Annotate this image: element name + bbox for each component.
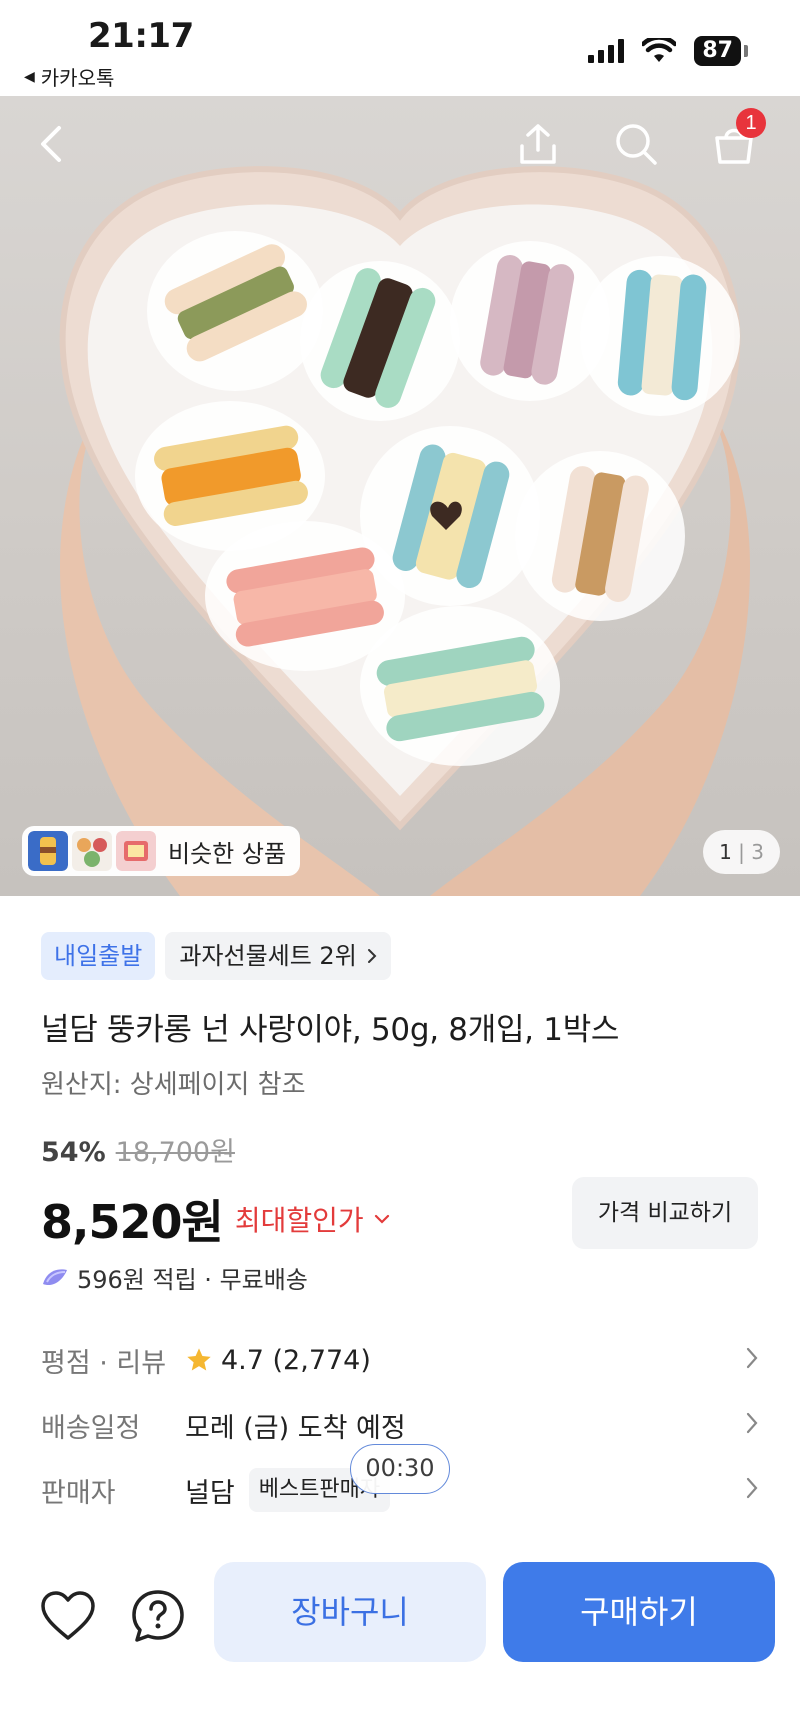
cart-nav-button[interactable]: 1 (706, 108, 766, 172)
chevron-right-icon (367, 949, 377, 963)
sale-price: 8,520원 (41, 1195, 224, 1249)
page-separator: | (738, 840, 745, 864)
max-discount-label: 최대할인가 (234, 1204, 364, 1237)
bottom-action-bar: 장바구니 구매하기 (0, 1540, 800, 1731)
max-discount-toggle[interactable]: 최대할인가 (235, 1199, 390, 1239)
cart-count-badge: 1 (736, 108, 766, 138)
origin-info: 원산지: 상세페이지 참조 (41, 1070, 306, 1100)
original-price: 18,700원 (115, 1137, 235, 1168)
points-shipping-row: 596원 적립 · 무료배송 (41, 1260, 308, 1295)
page-total: 3 (751, 840, 764, 864)
chevron-right-icon (746, 1347, 758, 1369)
delivery-value: 모레 (금) 도착 예정 (185, 1412, 406, 1444)
chevron-down-icon (374, 1214, 389, 1224)
wishlist-button[interactable] (38, 1586, 98, 1646)
battery-icon: 87 (694, 36, 748, 66)
product-title: 널담 뚱카롱 넌 사랑이야, 50g, 8개입, 1박스 (41, 1012, 620, 1048)
image-top-nav: 1 (0, 96, 800, 186)
back-triangle-icon: ◀ (24, 68, 35, 85)
compare-price-button[interactable]: 가격 비교하기 (572, 1177, 758, 1249)
star-icon (187, 1348, 211, 1371)
similar-thumbnail-2 (72, 831, 112, 871)
search-button[interactable] (608, 116, 664, 172)
add-to-cart-button[interactable]: 장바구니 (214, 1562, 486, 1662)
discount-rate: 54% (41, 1137, 106, 1168)
category-rank-badge[interactable]: 과자선물세트 2위 (165, 932, 391, 980)
battery-level: 87 (694, 36, 741, 66)
chevron-right-icon (746, 1477, 758, 1499)
similar-products-label: 비슷한 상품 (168, 839, 287, 868)
product-photo (59, 166, 750, 896)
chevron-left-icon (41, 126, 61, 162)
wifi-icon (642, 38, 677, 62)
share-button[interactable] (510, 116, 566, 172)
rating-review-row[interactable]: 평점 · 리뷰 4.7 (2,774) (41, 1335, 759, 1385)
back-to-app-link[interactable]: ◀ 카카오톡 (24, 62, 114, 91)
similar-thumbnail-3 (116, 831, 156, 871)
search-icon (616, 124, 657, 165)
question-bubble-icon (132, 1590, 184, 1642)
rating-value: 4.7 (2,774) (221, 1344, 371, 1376)
timer-pill: 00:30 (350, 1444, 450, 1494)
category-rank-label: 과자선물세트 2위 (179, 942, 357, 970)
cash-points-icon (43, 1268, 67, 1285)
status-indicators: 87 (588, 36, 748, 66)
chevron-right-icon (746, 1412, 758, 1434)
delivery-schedule-row[interactable]: 배송일정 모레 (금) 도착 예정 (41, 1400, 759, 1450)
delivery-label: 배송일정 (41, 1412, 141, 1444)
points-shipping-text: 596원 적립 · 무료배송 (77, 1266, 308, 1294)
status-bar: 21:17 ◀ 카카오톡 87 (0, 0, 800, 96)
status-time: 21:17 (88, 16, 194, 56)
inquiry-button[interactable] (128, 1586, 188, 1646)
back-app-label: 카카오톡 (40, 66, 115, 90)
rating-value-group: 4.7 (2,774) (185, 1345, 371, 1376)
delivery-badge: 내일출발 (41, 932, 156, 980)
seller-name: 널담 (185, 1477, 235, 1509)
similar-products-button[interactable]: 비슷한 상품 (22, 826, 301, 876)
cellular-signal-icon (588, 39, 625, 63)
heart-icon (41, 1591, 95, 1640)
price-row: 8,520원 최대할인가 (41, 1186, 390, 1252)
share-icon (520, 124, 556, 164)
badge-row: 내일출발 과자선물세트 2위 (41, 932, 391, 980)
product-image-carousel[interactable]: 1 비슷한 상품 1 | 3 (0, 96, 800, 896)
rating-label: 평점 · 리뷰 (41, 1347, 167, 1379)
back-button[interactable] (24, 116, 80, 172)
similar-thumbnail-1 (28, 831, 68, 871)
buy-now-button[interactable]: 구매하기 (503, 1562, 775, 1662)
page-current: 1 (719, 840, 732, 864)
image-page-indicator: 1 | 3 (703, 830, 780, 874)
discount-row: 54% 18,700원 (41, 1130, 235, 1169)
seller-label: 판매자 (41, 1477, 116, 1509)
